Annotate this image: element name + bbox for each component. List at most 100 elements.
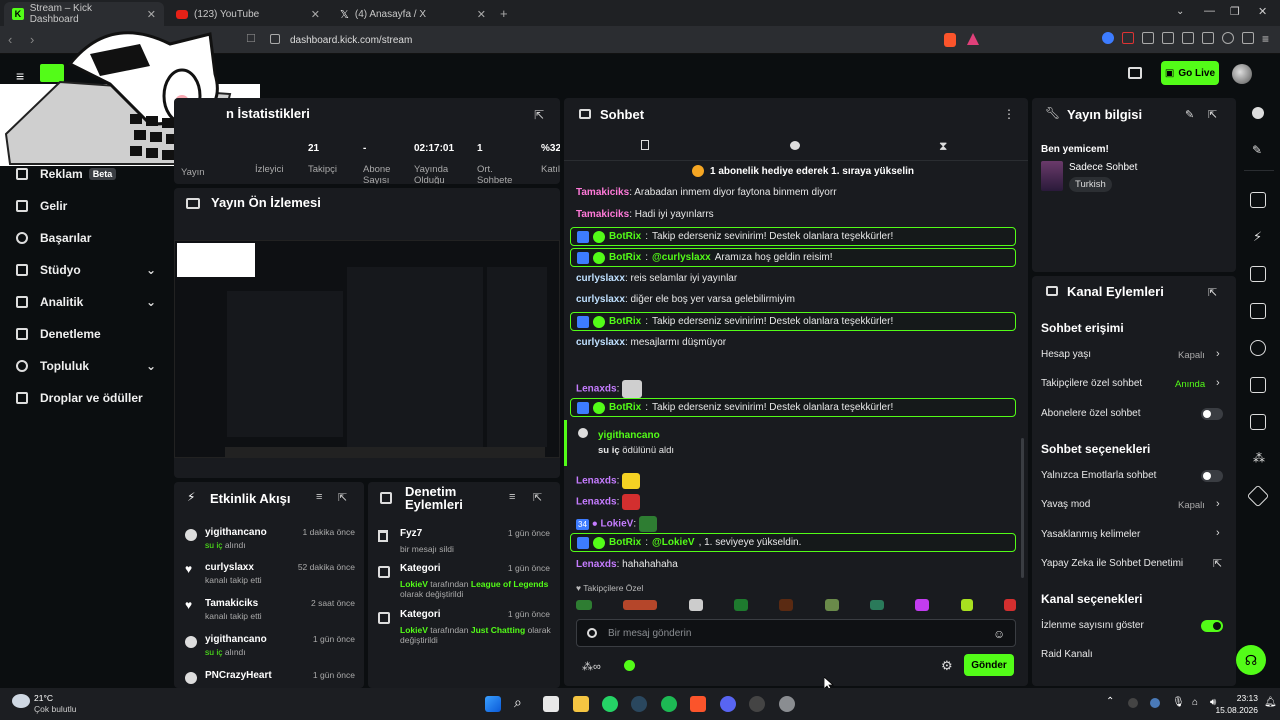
- emote-icon[interactable]: [623, 600, 658, 610]
- emote-icon[interactable]: [576, 600, 592, 610]
- weather-cloud-icon[interactable]: [12, 694, 30, 708]
- broadcast-icon[interactable]: [1250, 340, 1266, 356]
- filter-icon[interactable]: ≡: [509, 491, 515, 503]
- chat-mention[interactable]: @LokieV: [652, 537, 695, 548]
- wallet-icon[interactable]: [1202, 32, 1214, 44]
- setting-label[interactable]: Takipçilere özel sohbet: [1041, 378, 1142, 389]
- popout-icon[interactable]: ⇱: [1208, 286, 1217, 299]
- subscribers-only-toggle[interactable]: [1201, 408, 1223, 420]
- setting-value[interactable]: Anında: [1175, 379, 1205, 390]
- tab-list-chevron-icon[interactable]: ⌄: [1176, 6, 1184, 17]
- sidebar-item-analitik[interactable]: Analitik ⌄: [16, 295, 156, 309]
- emote-icon[interactable]: [960, 599, 973, 611]
- extensions-icon[interactable]: [1142, 32, 1154, 44]
- obs-icon[interactable]: [749, 696, 765, 712]
- weather-temp[interactable]: 21°C: [34, 693, 53, 703]
- panel-stats-icon[interactable]: [1250, 192, 1266, 208]
- chat-username[interactable]: BotRix: [609, 537, 641, 548]
- chat-username[interactable]: Lenaxds: [576, 384, 617, 395]
- chat-mention[interactable]: @curlyslaxx: [652, 252, 711, 263]
- chat-icon[interactable]: [1250, 303, 1266, 319]
- info-icon[interactable]: [1252, 107, 1264, 119]
- leo-ai-icon[interactable]: [1222, 32, 1234, 44]
- chat-username[interactable]: yigithancano: [598, 430, 660, 441]
- tab-x[interactable]: 𝕏 (4) Anasayfa / X ✕: [332, 2, 494, 26]
- emote-icon[interactable]: [869, 600, 884, 610]
- chevron-right-icon[interactable]: ›: [1216, 527, 1220, 539]
- file-explorer-icon[interactable]: [573, 696, 589, 712]
- reward-icon[interactable]: ⁂: [1253, 451, 1265, 465]
- more-options-icon[interactable]: ⋮: [1003, 107, 1015, 121]
- stream-preview-video[interactable]: [174, 240, 560, 458]
- emote-icon[interactable]: [779, 599, 794, 611]
- emote-icon[interactable]: [1003, 599, 1016, 611]
- extension-record-icon[interactable]: [1122, 32, 1134, 44]
- brave-shield-icon[interactable]: [944, 33, 956, 47]
- chat-username[interactable]: Lenaxds: [576, 559, 617, 570]
- setting-label[interactable]: Yasaklanmış kelimeler: [1041, 529, 1140, 540]
- close-tab-icon[interactable]: ✕: [311, 8, 320, 21]
- support-headset-icon[interactable]: ☊: [1236, 645, 1266, 675]
- spotify-icon[interactable]: [661, 696, 677, 712]
- setting-label[interactable]: Raid Kanalı: [1041, 649, 1093, 660]
- maximize-icon[interactable]: ❐: [1230, 5, 1240, 18]
- chat-username[interactable]: BotRix: [609, 316, 641, 327]
- popout-icon[interactable]: ⇱: [533, 491, 542, 504]
- brave-rewards-icon[interactable]: [967, 33, 979, 45]
- chat-identity-icon[interactable]: [587, 628, 597, 638]
- chevron-right-icon[interactable]: ›: [1216, 498, 1220, 510]
- chat-username[interactable]: Tamakiciks: [576, 187, 629, 198]
- chat-input[interactable]: Bir mesaj gönderin ☺: [576, 619, 1016, 647]
- hourglass-icon[interactable]: ⧗: [939, 139, 947, 154]
- widgets-icon[interactable]: [543, 696, 559, 712]
- edit-icon[interactable]: ✎: [1252, 143, 1262, 157]
- chat-pinned-banner[interactable]: 1 abonelik hediye ederek 1. sıraya yükse…: [710, 166, 914, 177]
- emote-icon[interactable]: [688, 599, 703, 611]
- steam-icon[interactable]: [631, 696, 647, 712]
- filter-icon[interactable]: ≡: [316, 491, 322, 503]
- sidebar-item-droplar[interactable]: Droplar ve ödüller: [16, 391, 156, 405]
- chat-username[interactable]: BotRix: [609, 231, 641, 242]
- settings-gear-icon[interactable]: [779, 696, 795, 712]
- vpn-shield-icon[interactable]: [1242, 32, 1254, 44]
- sidebar-item-topluluk[interactable]: Topluluk ⌄: [16, 359, 156, 373]
- minimize-icon[interactable]: —: [1204, 5, 1215, 17]
- bolt-icon[interactable]: ⚡: [1253, 229, 1262, 245]
- chat-settings-gear-icon[interactable]: ⚙: [941, 658, 953, 674]
- chat-username[interactable]: Lenaxds: [576, 497, 617, 508]
- setting-value[interactable]: Kapalı: [1178, 350, 1205, 361]
- go-live-button[interactable]: ▣ Go Live: [1161, 61, 1219, 85]
- url-field[interactable]: dashboard.kick.com/stream: [262, 30, 936, 50]
- show-viewcount-toggle[interactable]: [1201, 620, 1223, 632]
- emote-icon[interactable]: [915, 599, 930, 611]
- kick-points-icon[interactable]: [624, 660, 635, 671]
- search-icon[interactable]: ⌕: [514, 694, 522, 711]
- emote-icon[interactable]: [733, 599, 748, 611]
- sidebar-item-gelir[interactable]: Gelir: [16, 199, 156, 213]
- chat-username[interactable]: LokieV: [601, 519, 634, 530]
- extension-vpn-icon[interactable]: [1102, 32, 1114, 44]
- popout-icon[interactable]: ⇱: [1208, 108, 1217, 121]
- list-icon[interactable]: [1250, 266, 1266, 282]
- network-icon[interactable]: ⌂: [1192, 697, 1198, 708]
- chat-username[interactable]: curlyslaxx: [576, 337, 625, 348]
- clock-time[interactable]: 23:13: [1228, 693, 1258, 703]
- avatar[interactable]: [1232, 64, 1252, 84]
- popout-icon[interactable]: ⇱: [338, 491, 347, 504]
- chat-username[interactable]: BotRix: [609, 252, 641, 263]
- close-tab-icon[interactable]: ✕: [477, 8, 486, 21]
- chat-username[interactable]: Lenaxds: [576, 476, 617, 487]
- chat-username[interactable]: Tamakiciks: [576, 209, 629, 220]
- tray-steam-icon[interactable]: [1150, 698, 1160, 708]
- chat-scrollbar[interactable]: [1021, 438, 1024, 578]
- setting-label[interactable]: Hesap yaşı: [1041, 349, 1091, 360]
- new-tab-icon[interactable]: +: [500, 6, 508, 21]
- chevron-right-icon[interactable]: ›: [1216, 377, 1220, 389]
- discord-icon[interactable]: [720, 696, 736, 712]
- chat-username[interactable]: curlyslaxx: [576, 273, 625, 284]
- close-window-icon[interactable]: ✕: [1258, 5, 1267, 18]
- windows-start-icon[interactable]: [485, 696, 501, 712]
- weather-text[interactable]: Çok bulutlu: [34, 704, 77, 714]
- chat-bubble-icon[interactable]: [790, 141, 800, 150]
- chat-username[interactable]: BotRix: [609, 402, 641, 413]
